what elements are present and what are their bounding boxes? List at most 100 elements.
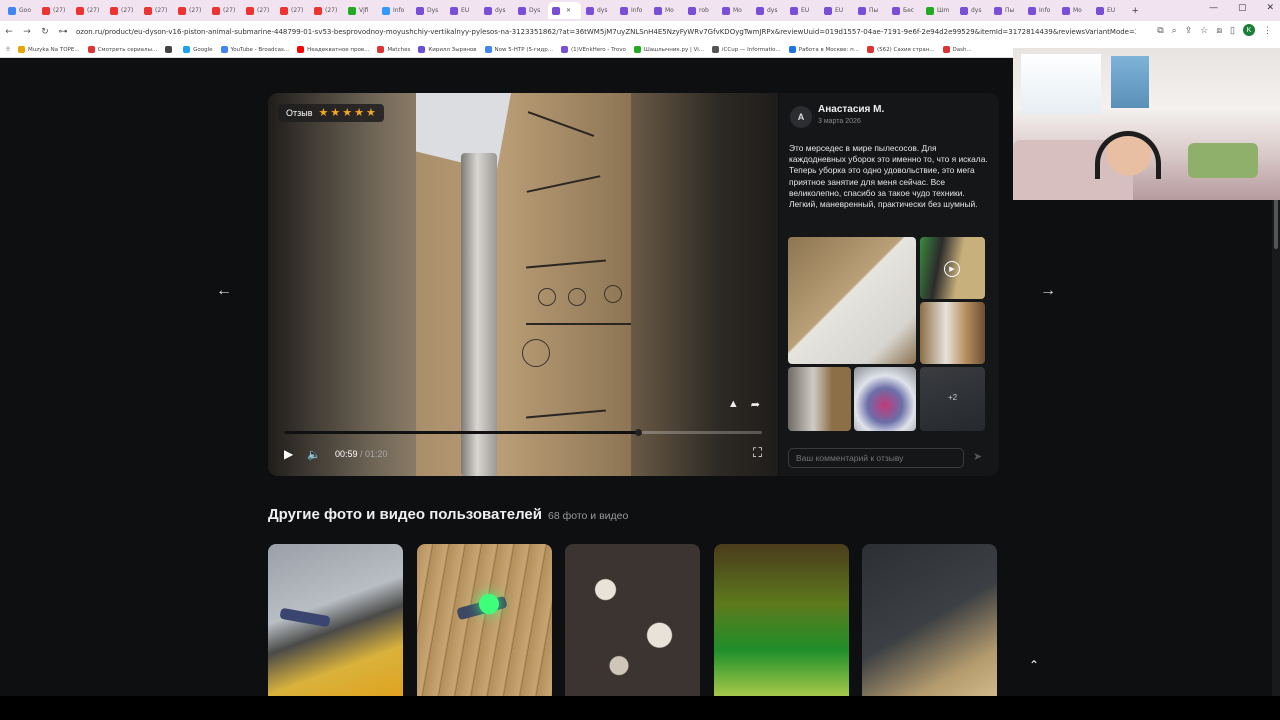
report-icon[interactable]: ▲ (728, 398, 739, 411)
browser-tab[interactable]: EU (820, 2, 853, 19)
bookmark-item[interactable]: Работа в Москве: п... (788, 46, 859, 53)
browser-tab[interactable]: EU (446, 2, 479, 19)
browser-tab[interactable]: rob (684, 2, 717, 19)
extensions-icon[interactable]: ⧈ (1216, 25, 1222, 36)
maximize-icon[interactable]: ▢ (1238, 3, 1247, 13)
browser-tab[interactable]: Vjfi (344, 2, 377, 19)
next-arrow-icon[interactable]: → (1036, 279, 1060, 303)
scrollbar-thumb[interactable] (1274, 199, 1278, 249)
url-field[interactable]: ozon.ru/product/eu-dyson-v16-piston-anim… (76, 28, 1136, 36)
new-tab-button[interactable]: + (1132, 5, 1138, 17)
reviewer-name[interactable]: Анастасия М. (818, 104, 884, 115)
menu-icon[interactable]: ⋮ (1263, 25, 1272, 36)
bookmark-favicon-icon (633, 46, 641, 53)
tab-favicon-icon (926, 6, 934, 15)
star-icon: ★ (318, 106, 329, 119)
bookmark-item[interactable]: YouTube - Broadcas... (220, 46, 289, 53)
browser-tab[interactable]: dys (582, 2, 615, 19)
gallery-photo[interactable] (565, 544, 700, 696)
review-thumbnail[interactable] (788, 367, 851, 431)
review-video-thumbnail[interactable]: ▶ (920, 237, 985, 299)
browser-tab[interactable]: Mo (650, 2, 683, 19)
bookmark-item[interactable]: Смотреть сериалы... (87, 46, 157, 53)
comment-input[interactable] (788, 448, 964, 468)
minimize-icon[interactable]: — (1209, 3, 1218, 13)
browser-tab[interactable]: Info (378, 2, 411, 19)
box-drawing-circle (568, 288, 586, 306)
browser-tab[interactable]: (27) (208, 2, 241, 19)
bookmark-item[interactable]: Matches (377, 46, 410, 53)
bookmark-item[interactable]: iCCup — Informatio... (712, 46, 781, 53)
sidebar-icon[interactable]: ▯ (1230, 25, 1235, 36)
browser-tab[interactable]: (27) (310, 2, 343, 19)
browser-tab[interactable]: (27) (276, 2, 309, 19)
browser-tab[interactable]: Пы (854, 2, 887, 19)
install-app-icon[interactable]: ⧉ (1157, 25, 1163, 36)
bookmark-item[interactable]: Кирилл Зырянов (418, 46, 477, 53)
browser-tab[interactable]: Шm (922, 2, 955, 19)
close-window-icon[interactable]: ✕ (1266, 3, 1274, 13)
browser-tab[interactable]: Mo (718, 2, 751, 19)
forward-icon[interactable]: → (18, 27, 36, 37)
play-icon[interactable]: ▶ (284, 447, 293, 461)
reload-icon[interactable]: ↻ (36, 27, 54, 37)
video-progress-knob[interactable] (634, 429, 642, 436)
back-icon[interactable]: ← (0, 27, 18, 37)
gallery-photo[interactable] (268, 544, 403, 696)
bookmark-item[interactable]: Now 5-HTP (5-гидр... (484, 46, 553, 53)
browser-tab[interactable]: (27) (106, 2, 139, 19)
browser-tab[interactable]: dys (956, 2, 989, 19)
gallery-photo[interactable] (417, 544, 552, 696)
bookmark-item[interactable]: (1)VEnkHero - Trovo (560, 46, 626, 53)
browser-tab[interactable]: (27) (174, 2, 207, 19)
video-progress-bar[interactable] (284, 429, 762, 436)
send-icon[interactable]: ➤ (973, 450, 982, 463)
gallery-photo[interactable] (862, 544, 997, 696)
browser-tab[interactable]: Info (1024, 2, 1057, 19)
browser-tab[interactable]: (27) (72, 2, 105, 19)
bookmark-item[interactable]: Dash... (942, 46, 972, 53)
gallery-photo[interactable] (714, 544, 849, 696)
browser-tab[interactable]: (27) (242, 2, 275, 19)
volume-icon[interactable]: 🔈 (307, 448, 321, 461)
site-info-icon[interactable]: ⊶ (54, 27, 72, 37)
browser-tab[interactable]: Пы (990, 2, 1023, 19)
bookmark-item[interactable]: Google (183, 46, 213, 53)
browser-tab[interactable]: Info (616, 2, 649, 19)
browser-tab[interactable]: Mo (1058, 2, 1091, 19)
review-thumbnail[interactable] (854, 367, 916, 431)
review-more-thumbnail[interactable]: +2 (920, 367, 985, 431)
close-tab-icon[interactable]: ✕ (566, 7, 571, 14)
browser-tab[interactable]: dys (752, 2, 785, 19)
browser-tab[interactable]: EU (786, 2, 819, 19)
review-thumbnail[interactable] (920, 302, 985, 364)
previous-arrow-icon[interactable]: ← (212, 279, 236, 303)
profile-avatar[interactable]: K (1243, 24, 1255, 36)
browser-tab[interactable]: (27) (38, 2, 71, 19)
bookmark-star-icon[interactable]: ☆ (1200, 25, 1208, 36)
browser-tab[interactable]: Dys (514, 2, 547, 19)
apps-icon[interactable]: ⠿ (6, 47, 10, 53)
bookmark-item[interactable]: Неадекватное пров... (297, 46, 369, 53)
bookmark-item[interactable]: (562) Сахия стран... (866, 46, 935, 53)
browser-tab[interactable]: ✕ (548, 2, 581, 19)
fullscreen-icon[interactable]: ⛶ (753, 445, 762, 461)
browser-tab[interactable]: Goo (4, 2, 37, 19)
scroll-to-top-icon[interactable]: ⌃ (1023, 654, 1045, 676)
bookmark-item[interactable]: Muzyka Na TOPE... (18, 46, 80, 53)
browser-tab[interactable]: (27) (140, 2, 173, 19)
browser-tab[interactable]: Dys (412, 2, 445, 19)
browser-tab[interactable]: EU (1092, 2, 1125, 19)
bookmark-label: Matches (387, 46, 411, 53)
bookmark-item[interactable] (165, 46, 175, 53)
browser-tab[interactable]: dys (480, 2, 513, 19)
tab-favicon-icon (790, 6, 798, 15)
review-thumbnail[interactable] (788, 237, 916, 364)
time-separator: / (357, 449, 365, 459)
zoom-icon[interactable]: ⌕ (1172, 25, 1177, 36)
review-video-player[interactable]: Отзыв ★ ★ ★ ★ ★ ▲ ➦ ▶ 🔈 00:59 / 01:20 ⛶ (268, 93, 778, 476)
share-icon[interactable]: ⇪ (1185, 25, 1193, 36)
bookmark-item[interactable]: Шашлычник.ру | Vi... (633, 46, 704, 53)
share-arrow-icon[interactable]: ➦ (751, 398, 760, 411)
browser-tab[interactable]: Бес (888, 2, 921, 19)
